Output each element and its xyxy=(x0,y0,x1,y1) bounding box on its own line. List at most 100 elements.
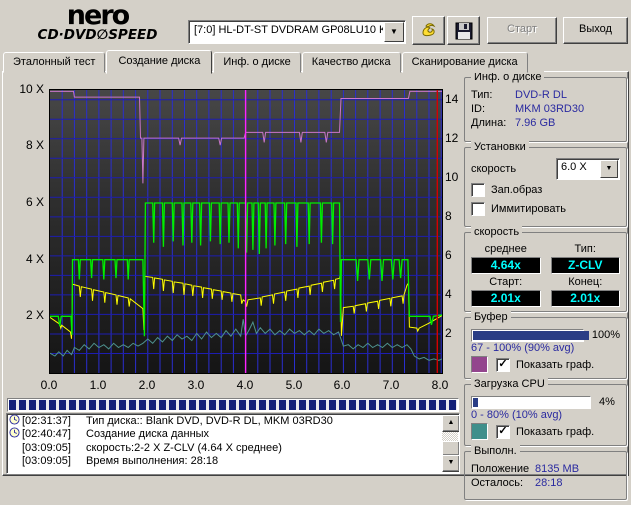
cpu-title: Загрузка CPU xyxy=(471,378,548,390)
buffer-group: Буфер 100% 67 - 100% (90% avg) ✓ Показат… xyxy=(464,311,627,379)
x-axis-tick: 2.0 xyxy=(138,378,156,392)
log-entry: [02:40:47] Создание диска данных xyxy=(7,427,459,442)
log-entry: [03:09:05] Время выполнения: 28:18 xyxy=(7,455,459,469)
speed-select-value: 6.0 X xyxy=(561,160,587,173)
log-text: скорость:2-2 X Z-CLV (4.64 X среднее) xyxy=(86,441,282,454)
log-time: [02:31:37] xyxy=(22,414,71,427)
start-speed-display: 2.01x xyxy=(471,290,541,307)
drive-select-value: [7:0] HL-DT-ST DVDRAM GP08LU10 KE01 xyxy=(194,24,383,36)
cpu-show-checkbox[interactable]: ✓ xyxy=(496,424,510,439)
chevron-down-icon[interactable]: ▼ xyxy=(384,22,404,42)
simulate-checkbox[interactable] xyxy=(471,201,485,216)
save-button[interactable] xyxy=(447,16,480,45)
buffer-color-swatch[interactable] xyxy=(471,356,488,373)
logo-text-cdspeed: CD·DVD∅SPEED xyxy=(37,27,158,43)
buffer-title: Буфер xyxy=(471,311,511,323)
cpu-meter-fill xyxy=(473,397,478,407)
write-progress-bar xyxy=(7,398,459,412)
speed-group-title: скорость xyxy=(471,226,523,238)
log-text: Тип диска:: Blank DVD, DVD-R DL, MKM 03R… xyxy=(86,414,333,427)
x-axis-tick: 4.0 xyxy=(236,378,254,392)
end-speed-display: 2.01x xyxy=(550,290,620,307)
cpu-group: Загрузка CPU 4% 0 - 80% (10% avg) ✓ Пока… xyxy=(464,378,627,446)
write-progress-fill xyxy=(9,400,457,410)
buffer-percent: 100% xyxy=(591,329,620,341)
y-axis-tick-left: 4 X xyxy=(25,252,44,266)
scroll-down-icon[interactable]: ▼ xyxy=(442,455,459,472)
disc-length-label: Длина: xyxy=(471,117,507,129)
drive-select[interactable]: [7:0] HL-DT-ST DVDRAM GP08LU10 KE01 ▼ xyxy=(188,20,406,44)
buffer-show-checkbox[interactable]: ✓ xyxy=(496,357,510,372)
speed-settings-button[interactable] xyxy=(412,16,445,45)
chevron-down-icon[interactable]: ▼ xyxy=(600,159,618,178)
x-axis-tick: 0.0 xyxy=(40,378,58,392)
app-header: nero CD·DVD∅SPEED [7:0] HL-DT-ST DVDRAM … xyxy=(0,0,631,48)
burn-image-checkbox[interactable] xyxy=(471,182,485,197)
position-value: 8135 MB xyxy=(535,463,580,475)
x-axis-tick: 8.0 xyxy=(431,378,449,392)
nero-logo: nero CD·DVD∅SPEED xyxy=(10,2,185,43)
log-text: Создание диска данных xyxy=(86,428,210,441)
speed-select-label: скорость xyxy=(471,162,517,175)
scroll-up-icon[interactable]: ▲ xyxy=(442,415,459,432)
log-text: Время выполнения: 28:18 xyxy=(86,455,219,468)
disc-type-label: Тип: xyxy=(471,89,493,101)
disc-info-group: Инф. о диске Тип: DVD-R DL ID: MKM 03RD30 … xyxy=(464,71,627,142)
x-axis-tick: 7.0 xyxy=(382,378,400,392)
clock-icon xyxy=(9,427,22,441)
exit-button[interactable]: Выход xyxy=(563,17,628,44)
save-icon xyxy=(455,22,472,39)
side-panel: Инф. о диске Тип: DVD-R DL ID: MKM 03RD30 … xyxy=(464,71,627,505)
cpu-color-swatch[interactable] xyxy=(471,423,488,440)
buffer-meter xyxy=(471,328,589,342)
simulate-label: Иммитировать xyxy=(491,202,566,215)
tab-disc-quality[interactable]: Качество диска xyxy=(301,52,401,73)
speed-settings-icon xyxy=(421,22,435,36)
remaining-value: 28:18 xyxy=(535,477,563,489)
log-time: [03:09:05] xyxy=(22,455,71,468)
event-log[interactable]: [02:31:37] Тип диска:: Blank DVD, DVD-R … xyxy=(6,413,460,474)
disc-id-value: MKM 03RD30 xyxy=(515,103,585,115)
y-axis-tick-left: 10 X xyxy=(19,82,44,96)
simulate-option[interactable]: Иммитировать xyxy=(471,200,620,217)
buffer-show-label: Показать граф. xyxy=(516,358,595,371)
clock-icon xyxy=(9,414,22,428)
tab-bar: Эталонный тест Создание диска Инф. о дис… xyxy=(3,50,529,74)
avg-speed-label: среднее xyxy=(484,243,527,255)
start-speed-label: Старт: xyxy=(489,276,523,288)
disc-length-value: 7.96 GB xyxy=(515,117,556,129)
scrollbar-thumb[interactable] xyxy=(442,441,459,456)
disc-type-value: DVD-R DL xyxy=(515,89,567,101)
progress-info-title: Выполн. xyxy=(471,445,520,457)
start-button[interactable]: Старт xyxy=(487,17,557,44)
cpu-show-label: Показать граф. xyxy=(516,425,595,438)
burn-image-option[interactable]: Зап.образ xyxy=(471,181,620,198)
remaining-label: Осталось: xyxy=(471,477,524,489)
x-axis-tick: 3.0 xyxy=(187,378,205,392)
log-time: [02:40:47] xyxy=(22,428,71,441)
logo-text-nero: nero xyxy=(66,0,130,31)
x-axis-tick: 5.0 xyxy=(285,378,303,392)
buffer-meter-fill xyxy=(473,330,589,340)
disc-id-label: ID: xyxy=(471,103,486,115)
cpu-meter xyxy=(471,395,591,409)
y-axis-tick-left: 2 X xyxy=(25,308,44,322)
log-time: [03:09:05] xyxy=(22,441,71,454)
log-entry: [02:31:37] Тип диска:: Blank DVD, DVD-R … xyxy=(7,414,459,428)
log-scrollbar[interactable]: ▲ ▼ xyxy=(442,415,459,472)
speed-type-label: Тип: xyxy=(574,243,596,255)
tab-create-disc[interactable]: Создание диска xyxy=(106,50,213,74)
tab-disc-info[interactable]: Инф. о диске xyxy=(213,52,301,73)
y-axis-tick-left: 6 X xyxy=(25,195,44,209)
burn-image-label: Зап.образ xyxy=(491,183,543,196)
tab-benchmark[interactable]: Эталонный тест xyxy=(3,52,106,73)
speed-type-display: Z-CLV xyxy=(550,257,620,274)
log-entry: [03:09:05] скорость:2-2 X Z-CLV (4.64 X … xyxy=(7,441,459,455)
buffer-range: 67 - 100% (90% avg) xyxy=(471,342,575,354)
avg-speed-display: 4.64x xyxy=(471,257,541,274)
speed-select[interactable]: 6.0 X ▼ xyxy=(556,157,620,180)
x-axis-tick: 6.0 xyxy=(333,378,351,392)
end-speed-label: Конец: xyxy=(568,276,603,288)
tab-scan-disc[interactable]: Сканирование диска xyxy=(401,52,528,73)
cpu-range: 0 - 80% (10% avg) xyxy=(471,409,563,421)
